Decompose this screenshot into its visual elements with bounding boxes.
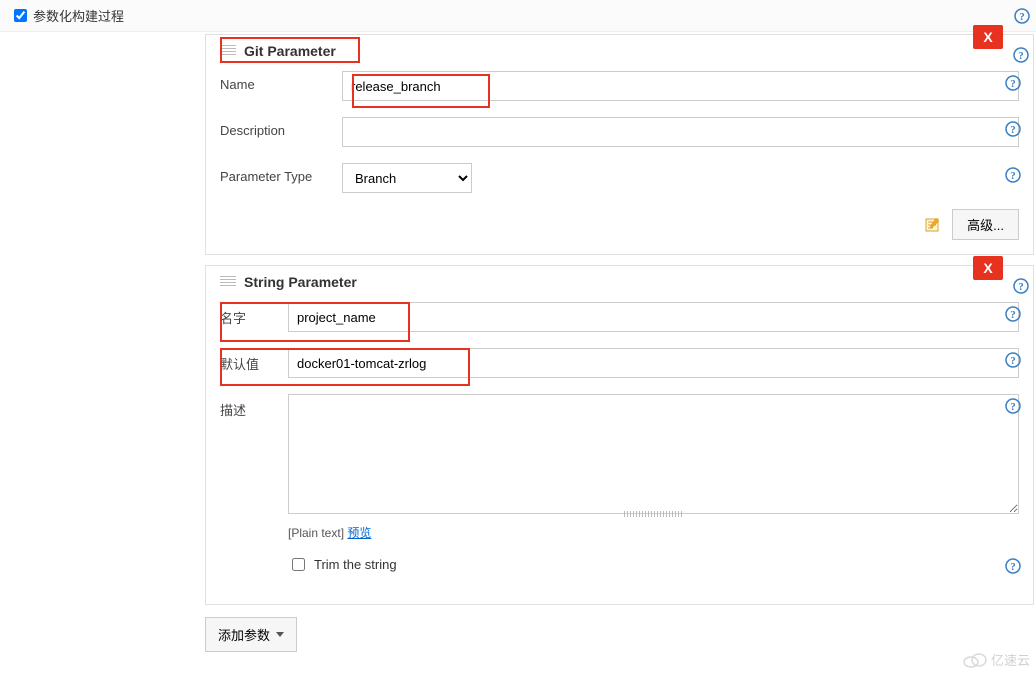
plain-text-label: [Plain text] xyxy=(288,526,347,540)
help-icon[interactable]: ? xyxy=(1005,352,1021,368)
name-input[interactable] xyxy=(288,302,1019,332)
trim-label: Trim the string xyxy=(314,557,397,572)
help-icon[interactable]: ? xyxy=(1005,398,1021,414)
default-input[interactable] xyxy=(288,348,1019,378)
svg-text:?: ? xyxy=(1018,281,1024,293)
parameter-type-label: Parameter Type xyxy=(220,163,330,184)
watermark-text: 亿速云 xyxy=(991,650,1030,669)
help-icon[interactable]: ? xyxy=(1005,306,1021,322)
help-icon[interactable]: ? xyxy=(1005,75,1021,91)
drag-handle-icon[interactable] xyxy=(220,274,236,290)
trim-checkbox[interactable] xyxy=(292,558,305,571)
advanced-button[interactable]: 高级... xyxy=(952,209,1019,240)
description-input[interactable] xyxy=(342,117,1019,147)
preview-link[interactable]: 预览 xyxy=(347,526,371,540)
description-textarea[interactable] xyxy=(288,394,1019,514)
parameter-type-select[interactable]: Branch xyxy=(342,163,472,193)
svg-text:?: ? xyxy=(1010,124,1016,136)
default-label: 默认值 xyxy=(220,348,276,373)
svg-text:?: ? xyxy=(1010,355,1016,367)
name-input[interactable] xyxy=(342,71,1019,101)
left-gutter xyxy=(0,32,205,663)
name-label: 名字 xyxy=(220,302,276,327)
help-icon[interactable]: ? xyxy=(1013,278,1029,294)
help-icon[interactable]: ? xyxy=(1014,8,1030,24)
add-parameter-button[interactable]: 添加参数 xyxy=(205,617,297,652)
resize-handle-icon[interactable] xyxy=(624,511,684,517)
help-icon[interactable]: ? xyxy=(1013,47,1029,63)
delete-button[interactable]: X xyxy=(973,256,1003,280)
description-label: Description xyxy=(220,117,330,138)
section-title: 参数化构建过程 xyxy=(33,6,124,25)
svg-text:?: ? xyxy=(1010,78,1016,90)
svg-text:?: ? xyxy=(1010,170,1016,182)
notepad-icon xyxy=(924,216,942,234)
section-header: 参数化构建过程 ? xyxy=(0,0,1036,32)
help-icon[interactable]: ? xyxy=(1005,558,1021,574)
svg-text:?: ? xyxy=(1010,401,1016,413)
git-parameter-box: X Git Parameter ? Name ? xyxy=(205,34,1034,255)
param-title: Git Parameter xyxy=(244,43,336,59)
svg-text:?: ? xyxy=(1018,50,1024,62)
name-label: Name xyxy=(220,71,330,92)
watermark: 亿速云 xyxy=(963,650,1030,669)
drag-handle-icon[interactable] xyxy=(220,43,236,59)
chevron-down-icon xyxy=(276,632,284,637)
delete-button[interactable]: X xyxy=(973,25,1003,49)
parametrized-build-checkbox[interactable] xyxy=(14,9,27,22)
svg-text:?: ? xyxy=(1019,11,1025,23)
help-icon[interactable]: ? xyxy=(1005,167,1021,183)
description-label: 描述 xyxy=(220,394,276,419)
add-parameter-label: 添加参数 xyxy=(218,625,270,644)
help-icon[interactable]: ? xyxy=(1005,121,1021,137)
svg-text:?: ? xyxy=(1010,309,1016,321)
svg-text:?: ? xyxy=(1010,561,1016,573)
string-parameter-box: X String Parameter ? 名字 ? xyxy=(205,265,1034,605)
param-title: String Parameter xyxy=(244,274,357,290)
description-format-note: [Plain text] 预览 xyxy=(288,524,1019,541)
